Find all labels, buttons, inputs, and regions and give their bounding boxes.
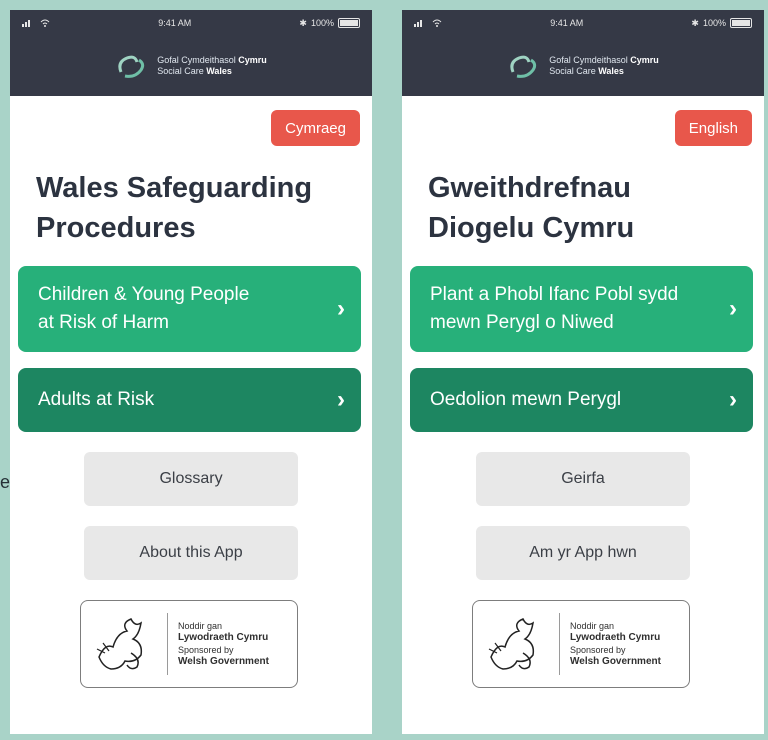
welsh-dragon-icon bbox=[96, 618, 143, 670]
chevron-right-icon: › bbox=[337, 386, 345, 413]
children-young-people-card[interactable]: Children & Young People at Risk of Harm … bbox=[18, 266, 361, 352]
brand-text: Gofal Cymdeithasol Cymru Social Care Wal… bbox=[549, 55, 659, 76]
page-title: Gweithdrefnau Diogelu Cymru bbox=[428, 172, 635, 244]
wifi-icon bbox=[432, 19, 442, 27]
sponsor-line-1: Noddir gan bbox=[570, 621, 615, 631]
sponsor-line-4: Welsh Government bbox=[178, 656, 269, 667]
glossary-button[interactable]: Glossary bbox=[84, 452, 298, 506]
status-bar: 9:41 AM ✱ 100% bbox=[402, 10, 764, 36]
app-header: Gofal Cymdeithasol Cymru Social Care Wal… bbox=[402, 36, 764, 96]
language-toggle-button[interactable]: Cymraeg bbox=[271, 110, 360, 146]
sponsor-line-2: Lywodraeth Cymru bbox=[178, 632, 269, 643]
status-bar: 9:41 AM ✱ 100% bbox=[10, 10, 372, 36]
app-header: Gofal Cymdeithasol Cymru Social Care Wal… bbox=[10, 36, 372, 96]
sponsor-badge: Noddir gan Lywodraeth Cymru Sponsored by… bbox=[472, 600, 690, 688]
sponsor-line-1: Noddir gan bbox=[178, 621, 223, 631]
phone-screen-welsh: 9:41 AM ✱ 100% Gofal Cymdeithasol Cymru … bbox=[402, 10, 764, 734]
wifi-icon bbox=[40, 19, 50, 27]
brand-text: Gofal Cymdeithasol Cymru Social Care Wal… bbox=[157, 55, 267, 76]
about-app-button[interactable]: Am yr App hwn bbox=[476, 526, 690, 580]
battery-icon bbox=[729, 18, 752, 28]
chevron-right-icon: › bbox=[729, 295, 737, 322]
adults-at-risk-card[interactable]: Oedolion mewn Perygl › bbox=[410, 368, 753, 432]
bluetooth-icon: ✱ bbox=[691, 17, 699, 28]
adults-at-risk-card[interactable]: Adults at Risk › bbox=[18, 368, 361, 432]
page-title: Wales Safeguarding Procedures bbox=[36, 172, 313, 244]
chevron-right-icon: › bbox=[729, 386, 737, 413]
signal-icon bbox=[414, 20, 422, 27]
social-care-wales-logo-icon bbox=[118, 55, 145, 78]
social-care-wales-logo-icon bbox=[510, 55, 537, 78]
sponsor-line-3: Sponsored by bbox=[178, 645, 234, 655]
language-toggle-button[interactable]: English bbox=[674, 110, 752, 146]
battery-percent: 100% bbox=[702, 18, 726, 28]
signal-icon bbox=[22, 20, 30, 27]
edge-text: e bbox=[0, 472, 11, 492]
battery-icon bbox=[337, 18, 360, 28]
about-app-button[interactable]: About this App bbox=[84, 526, 298, 580]
sponsor-line-4: Welsh Government bbox=[570, 656, 661, 667]
phone-screen-english: 9:41 AM ✱ 100% Gofal Cymdeithasol Cymru … bbox=[10, 10, 372, 734]
glossary-button[interactable]: Geirfa bbox=[476, 452, 690, 506]
sponsor-line-3: Sponsored by bbox=[570, 645, 626, 655]
children-young-people-card[interactable]: Plant a Phobl Ifanc Pobl sydd mewn Peryg… bbox=[410, 266, 753, 352]
welsh-dragon-icon bbox=[488, 618, 535, 670]
bluetooth-icon: ✱ bbox=[299, 17, 307, 28]
status-time: 9:41 AM bbox=[550, 18, 584, 28]
sponsor-badge: Noddir gan Lywodraeth Cymru Sponsored by… bbox=[80, 600, 298, 688]
chevron-right-icon: › bbox=[337, 295, 345, 322]
status-time: 9:41 AM bbox=[158, 18, 192, 28]
sponsor-line-2: Lywodraeth Cymru bbox=[570, 632, 661, 643]
battery-percent: 100% bbox=[310, 18, 334, 28]
